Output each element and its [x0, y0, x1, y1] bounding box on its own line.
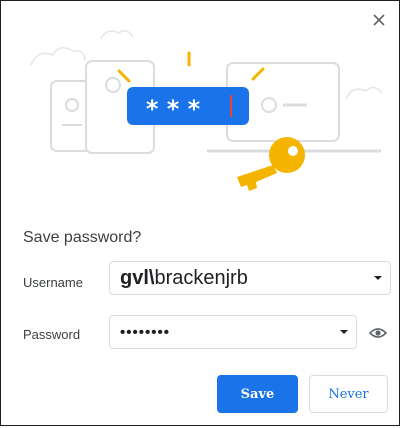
- save-password-dialog: * * * Save password? Username gvl\bracke…: [0, 0, 400, 426]
- dialog-title: Save password?: [23, 229, 142, 246]
- close-icon: [373, 14, 385, 26]
- save-button[interactable]: Save: [217, 375, 298, 413]
- close-button[interactable]: [368, 9, 390, 31]
- password-field[interactable]: ••••••••: [109, 315, 357, 349]
- username-value: gvl\brackenjrb: [120, 266, 248, 289]
- cloud-right-icon: [345, 86, 383, 100]
- password-value: ••••••••: [120, 323, 171, 341]
- show-password-eye-icon: [369, 328, 387, 338]
- username-dropdown[interactable]: [366, 275, 390, 281]
- password-illustration: * * *: [30, 30, 383, 191]
- username-label: Username: [23, 275, 83, 290]
- dropdown-arrow-icon: [340, 330, 348, 334]
- password-dropdown[interactable]: [332, 329, 356, 335]
- cloud-top-icon: [100, 30, 134, 40]
- masked-password-text: * * *: [146, 95, 201, 123]
- cloud-left-icon: [30, 47, 86, 66]
- dropdown-arrow-icon: [374, 276, 382, 280]
- password-label: Password: [23, 327, 81, 342]
- username-field[interactable]: gvl\brackenjrb: [109, 261, 391, 295]
- show-password-button[interactable]: [366, 321, 390, 345]
- key-icon: [237, 137, 305, 191]
- never-button[interactable]: Never: [309, 375, 388, 413]
